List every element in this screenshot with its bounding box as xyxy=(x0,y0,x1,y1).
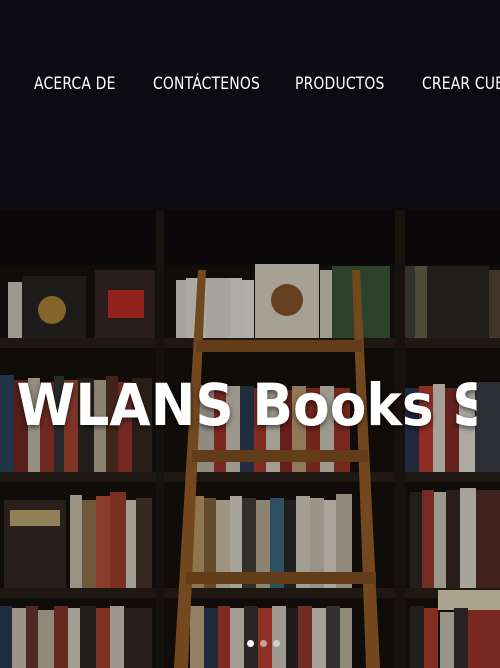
nav-item-create-account[interactable]: CREAR CUE xyxy=(422,74,500,94)
header-bar xyxy=(0,0,500,210)
carousel-dot-2[interactable] xyxy=(260,640,267,647)
carousel-dot-1[interactable] xyxy=(247,640,254,647)
nav-item-about[interactable]: ACERCA DE xyxy=(34,74,116,94)
nav-item-contact[interactable]: CONTÁCTENOS xyxy=(153,74,260,94)
carousel-indicators xyxy=(247,640,280,652)
nav-item-products[interactable]: PRODUCTOS xyxy=(295,74,385,94)
main-nav: ACERCA DE CONTÁCTENOS PRODUCTOS CREAR CU… xyxy=(0,70,500,104)
carousel-dot-3[interactable] xyxy=(273,640,280,647)
hero-title: WLANS Books Store xyxy=(16,371,477,439)
